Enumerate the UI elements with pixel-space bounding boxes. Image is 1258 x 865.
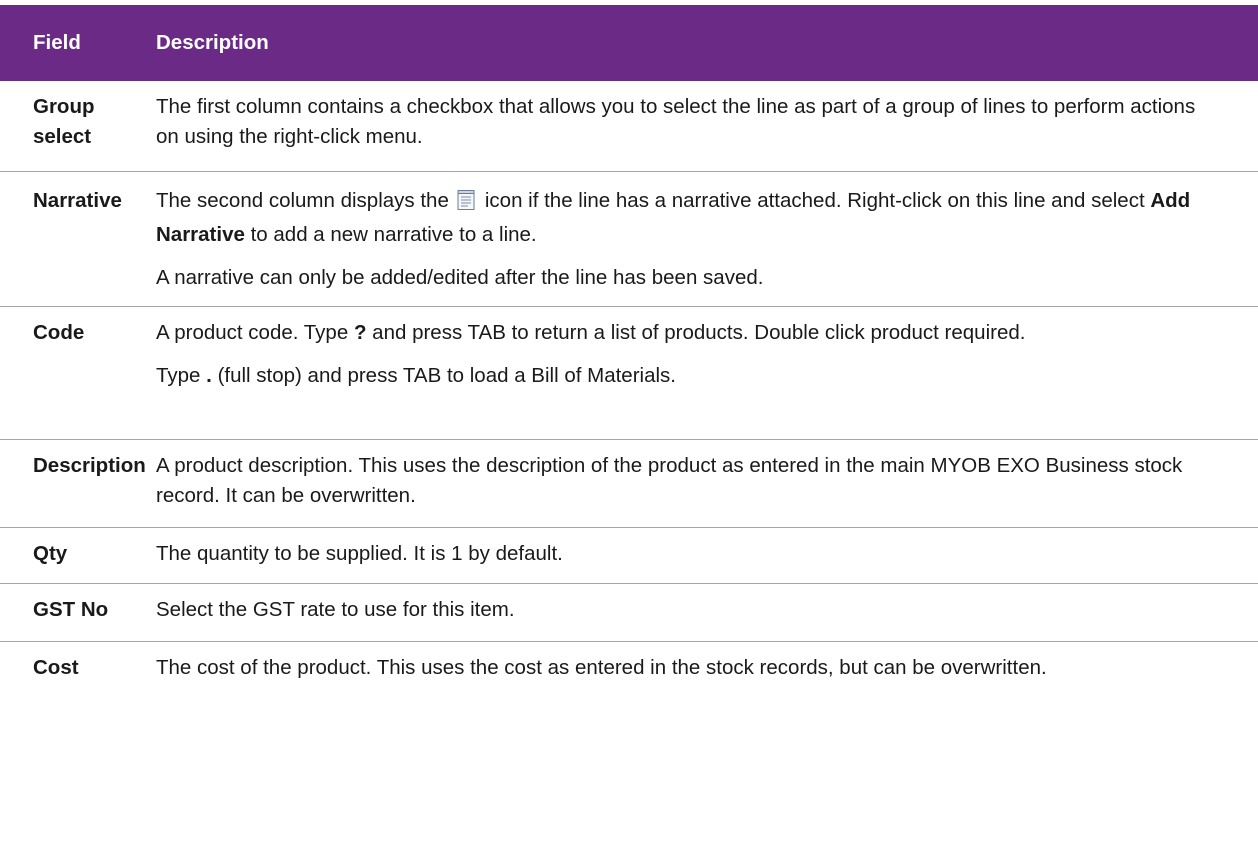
- field-description: The second column displays the icon if t…: [156, 172, 1258, 306]
- text-fragment: (full stop) and press TAB to load a Bill…: [217, 364, 676, 387]
- description-text: The first column contains a checkbox tha…: [156, 95, 1196, 148]
- field-description: Select the GST rate to use for this item…: [156, 584, 1258, 641]
- field-name: Group select: [33, 95, 95, 148]
- description-text: A product description. This uses the des…: [156, 454, 1183, 507]
- table-row: GST No Select the GST rate to use for th…: [0, 584, 1258, 642]
- field-description: A product description. This uses the des…: [156, 440, 1258, 527]
- field-name: Description: [33, 454, 146, 477]
- table-row: Qty The quantity to be supplied. It is 1…: [0, 528, 1258, 584]
- text-fragment: and press TAB to return a list of produc…: [372, 321, 1026, 344]
- text-fragment: A product code. Type: [156, 321, 349, 344]
- field-description: A product code. Type ? and press TAB to …: [156, 307, 1258, 439]
- description-text: A product code. Type ? and press TAB to …: [156, 318, 1218, 348]
- field-description: The quantity to be supplied. It is 1 by …: [156, 528, 1258, 583]
- text-fragment: icon if the line has a narrative attache…: [484, 189, 1145, 212]
- field-name: Narrative: [33, 189, 122, 212]
- header-field: Field: [33, 31, 81, 54]
- table-row: Cost The cost of the product. This uses …: [0, 642, 1258, 742]
- field-name: Code: [33, 321, 85, 344]
- text-fragment: to add a new narrative to a line.: [250, 223, 537, 246]
- description-text: A narrative can only be added/edited aft…: [156, 266, 764, 289]
- description-text: The quantity to be supplied. It is 1 by …: [156, 542, 563, 565]
- key-reference: .: [206, 364, 212, 387]
- table-row: Description A product description. This …: [0, 440, 1258, 528]
- header-description: Description: [156, 31, 269, 54]
- field-description: The cost of the product. This uses the c…: [156, 642, 1258, 742]
- key-reference: ?: [353, 321, 367, 344]
- field-name: Qty: [33, 542, 68, 565]
- table-row: Group select The first column contains a…: [0, 81, 1258, 172]
- table-header: Field Description: [0, 5, 1258, 81]
- narrative-note-icon: [455, 189, 477, 220]
- field-description-table: Field Description Group select The first…: [0, 5, 1258, 742]
- description-text: The second column displays the icon if t…: [156, 186, 1218, 250]
- field-name: GST No: [33, 598, 109, 621]
- description-text: Select the GST rate to use for this item…: [156, 598, 515, 621]
- table-row: Code A product code. Type ? and press TA…: [0, 307, 1258, 440]
- description-text: Type . (full stop) and press TAB to load…: [156, 361, 1218, 391]
- text-fragment: The second column displays the: [156, 189, 449, 212]
- table-row: Narrative The second column displays the…: [0, 172, 1258, 307]
- field-description: The first column contains a checkbox tha…: [156, 81, 1258, 171]
- description-text: The cost of the product. This uses the c…: [156, 656, 1047, 679]
- field-name: Cost: [33, 656, 79, 679]
- text-fragment: Type: [156, 364, 201, 387]
